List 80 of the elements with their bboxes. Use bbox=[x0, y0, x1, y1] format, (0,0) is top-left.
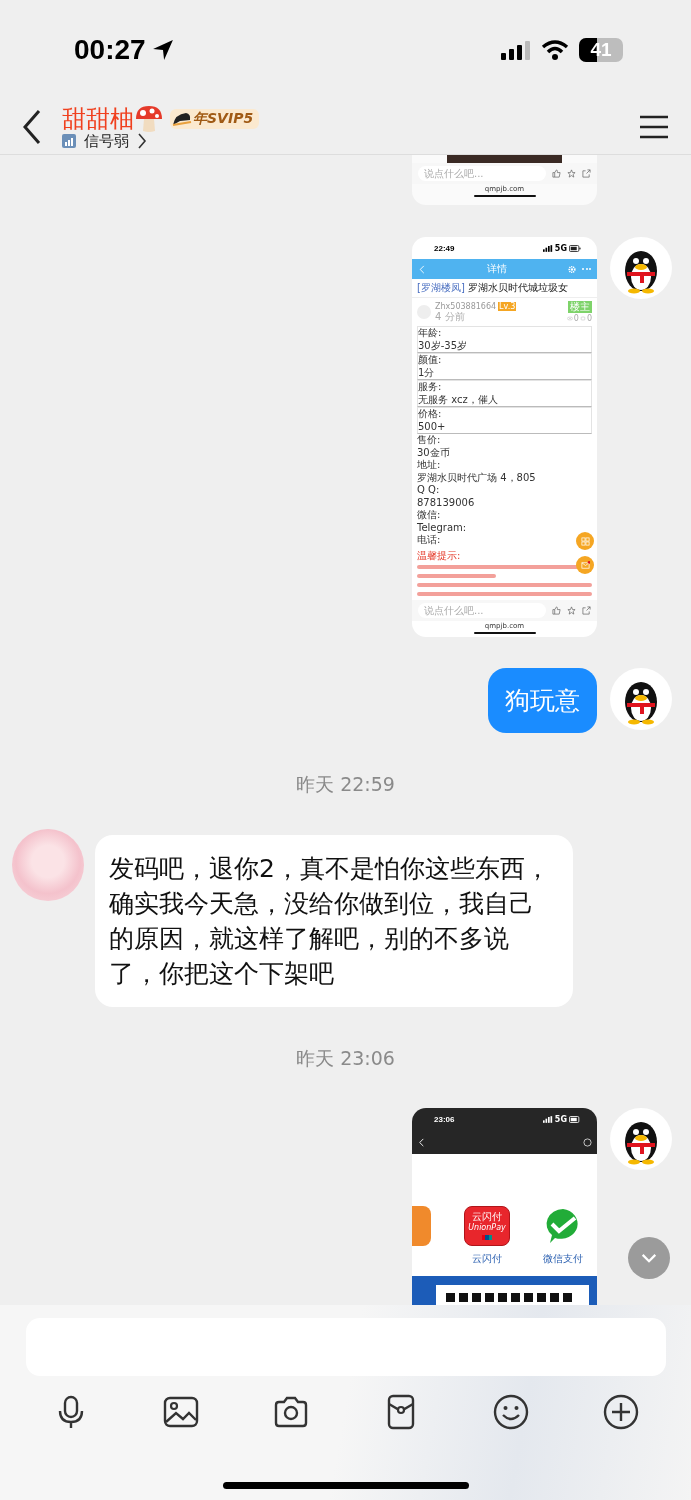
view-count: 0 bbox=[573, 314, 579, 323]
status-time: 00:27 bbox=[74, 34, 146, 66]
field-value: 1分 bbox=[418, 366, 436, 379]
battery-icon bbox=[569, 244, 581, 252]
mushroom-icon bbox=[134, 103, 164, 134]
comment-count: 0 bbox=[586, 314, 592, 323]
grid-icon bbox=[580, 536, 590, 546]
location-arrow-icon bbox=[151, 39, 174, 61]
status-time: 23:06 bbox=[434, 1114, 455, 1124]
vip-badge: 年SVIP5 bbox=[170, 108, 260, 129]
back-icon[interactable] bbox=[22, 109, 42, 145]
message-input-field[interactable] bbox=[25, 1318, 666, 1376]
thumbs-up-icon bbox=[552, 606, 561, 615]
menu-icon[interactable] bbox=[639, 115, 669, 139]
star-icon bbox=[567, 169, 576, 178]
wifi-icon bbox=[541, 40, 569, 60]
field-label: 电话: bbox=[417, 534, 441, 547]
camera-icon[interactable] bbox=[272, 1394, 309, 1430]
home-indicator bbox=[473, 632, 536, 634]
field-value: 罗湖水贝时代广场 4，805 bbox=[417, 471, 536, 484]
app-label[interactable]: 云闪付 bbox=[472, 1252, 502, 1266]
page-title: 详情 bbox=[486, 262, 508, 276]
chevron-down-icon bbox=[640, 1252, 658, 1264]
notice-heading: 温馨提示: bbox=[417, 548, 462, 562]
home-indicator bbox=[473, 195, 536, 197]
timestamp: 昨天 22:59 bbox=[296, 773, 395, 795]
network-label: 5G bbox=[554, 243, 567, 253]
field-value: 500+ bbox=[418, 420, 447, 433]
post-time: 4 分前 bbox=[435, 310, 466, 323]
field-label: 售价: bbox=[417, 434, 442, 447]
eye-icon bbox=[566, 316, 573, 321]
timestamp: 昨天 23:06 bbox=[296, 1047, 395, 1069]
field-label: Telegram: bbox=[417, 521, 467, 534]
screenshot-image[interactable]: 23:06 5G 云闪付 UnionPay 云闪付 微信支付 bbox=[412, 1108, 597, 1305]
app-icon[interactable]: 云闪付 UnionPay bbox=[464, 1206, 510, 1246]
level-badge: Lv.3 bbox=[498, 301, 517, 311]
status-time: 22:49 bbox=[434, 243, 455, 253]
penguin-avatar-icon[interactable] bbox=[610, 668, 672, 730]
signal-icon bbox=[542, 244, 553, 252]
app-label[interactable]: 微信支付 bbox=[543, 1252, 583, 1266]
back-icon[interactable] bbox=[417, 1137, 426, 1147]
field-label: 微信: bbox=[417, 509, 441, 522]
message-bubble: 狗玩意 bbox=[488, 668, 597, 733]
field-label: 颜值: bbox=[418, 354, 443, 367]
thumbs-up-icon bbox=[552, 169, 561, 178]
share-icon bbox=[582, 606, 591, 615]
circle-icon[interactable] bbox=[583, 1137, 592, 1147]
contact-name: 甜甜柚 bbox=[62, 103, 134, 134]
share-icon bbox=[582, 169, 591, 178]
field-label: 服务: bbox=[418, 381, 443, 394]
signal-icon bbox=[501, 40, 531, 60]
image-icon[interactable] bbox=[162, 1394, 199, 1430]
field-label: 年龄: bbox=[418, 327, 443, 340]
field-label: 地址: bbox=[417, 459, 442, 472]
comment-field: 说点什么吧... bbox=[418, 166, 546, 181]
field-label: 价格: bbox=[418, 408, 443, 421]
post-title: 罗湖水贝时代城垃圾女 bbox=[467, 281, 568, 295]
comment-icon bbox=[579, 316, 586, 321]
author-badge: 楼主 bbox=[568, 301, 592, 313]
comment-field: 说点什么吧... bbox=[418, 603, 546, 618]
mail-icon bbox=[580, 560, 590, 570]
field-value: 30金币 bbox=[417, 446, 450, 459]
penguin-avatar-icon[interactable] bbox=[610, 237, 672, 299]
category-tag[interactable]: [罗湖楼凤] bbox=[417, 281, 465, 295]
plus-icon[interactable] bbox=[602, 1394, 639, 1430]
emoji-icon[interactable] bbox=[492, 1394, 529, 1430]
field-label: Q Q: bbox=[417, 484, 441, 497]
field-value: 878139006 bbox=[417, 496, 475, 509]
message-bubble: 发码吧，退你2，真不是怕你这些东西，确实我今天急，没给你做到位，我自己的原因，就这样了解吧，别的不多说了，你把这个下架吧 bbox=[95, 835, 573, 1007]
signal-icon bbox=[542, 1115, 553, 1123]
penguin-avatar-icon[interactable] bbox=[610, 1108, 672, 1170]
network-label: 5G bbox=[554, 1114, 567, 1124]
signal-bars-icon bbox=[62, 134, 76, 148]
star-icon bbox=[567, 606, 576, 615]
username: Zhx503881664 bbox=[435, 301, 497, 311]
field-value: 无服务 xcz，催人 bbox=[418, 393, 499, 406]
connection-status[interactable]: 信号弱 bbox=[84, 131, 129, 151]
battery-icon bbox=[569, 1115, 581, 1123]
field-value: 30岁-35岁 bbox=[418, 339, 469, 352]
chevron-right-icon[interactable] bbox=[137, 133, 147, 149]
